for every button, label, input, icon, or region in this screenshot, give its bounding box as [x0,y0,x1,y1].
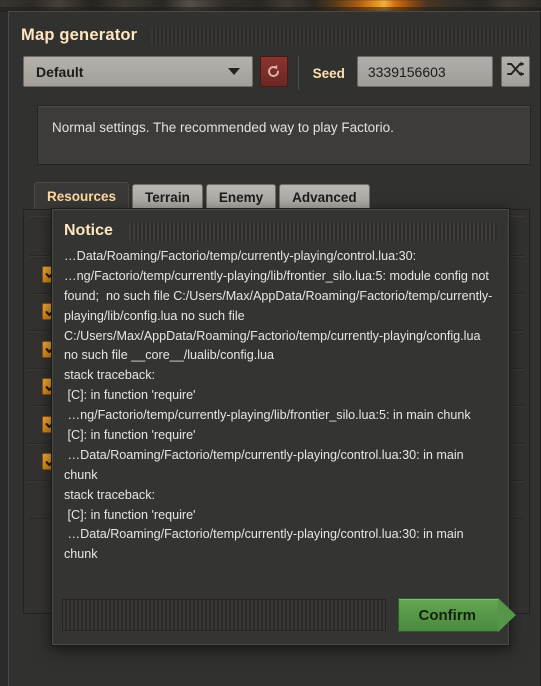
map-generator-window: Map generator Default Seed 3339156603 No… [8,11,541,686]
page-title: Map generator [21,25,138,44]
settings-tabs: Resources Terrain Enemy Advanced [34,182,370,210]
seed-input[interactable]: 3339156603 [356,56,494,87]
confirm-button[interactable]: Confirm [397,598,499,632]
shuffle-seed-button[interactable] [501,56,531,87]
chevron-down-icon [227,68,240,75]
seed-label: Seed [312,65,345,81]
reset-arrow-icon [265,63,282,80]
notice-dialog-header: Notice [64,219,497,243]
window-drag-handle[interactable] [151,27,530,45]
notice-dialog: Notice …Data/Roaming/Factorio/temp/curre… [51,208,516,646]
preset-description-box: Normal settings. The recommended way to … [37,105,531,165]
tab-terrain[interactable]: Terrain [132,184,203,210]
footer-filler-stripe [62,599,386,631]
map-generator-window-body: Map generator Default Seed 3339156603 No… [9,12,540,686]
confirm-arrow-icon [498,598,516,632]
preset-seed-row: Default Seed 3339156603 [23,56,531,90]
preset-dropdown-label: Default [36,63,84,80]
reset-button[interactable] [259,56,288,87]
notice-dialog-drag-handle[interactable] [128,222,497,241]
notice-dialog-title: Notice [64,222,113,239]
shuffle-icon [506,61,525,82]
confirm-button-wrap: Confirm [397,598,516,632]
preset-dropdown[interactable]: Default [23,56,253,87]
window-titlebar: Map generator [21,22,530,48]
tab-enemy[interactable]: Enemy [205,184,277,210]
notice-dialog-footer: Confirm [62,595,516,635]
preset-description-text: Normal settings. The recommended way to … [52,120,394,135]
screen: Map generator Default Seed 3339156603 No… [0,0,541,686]
notice-dialog-message: …Data/Roaming/Factorio/temp/currently-pl… [64,249,493,562]
tab-advanced[interactable]: Advanced [279,184,370,210]
tab-resources[interactable]: Resources [34,182,130,210]
